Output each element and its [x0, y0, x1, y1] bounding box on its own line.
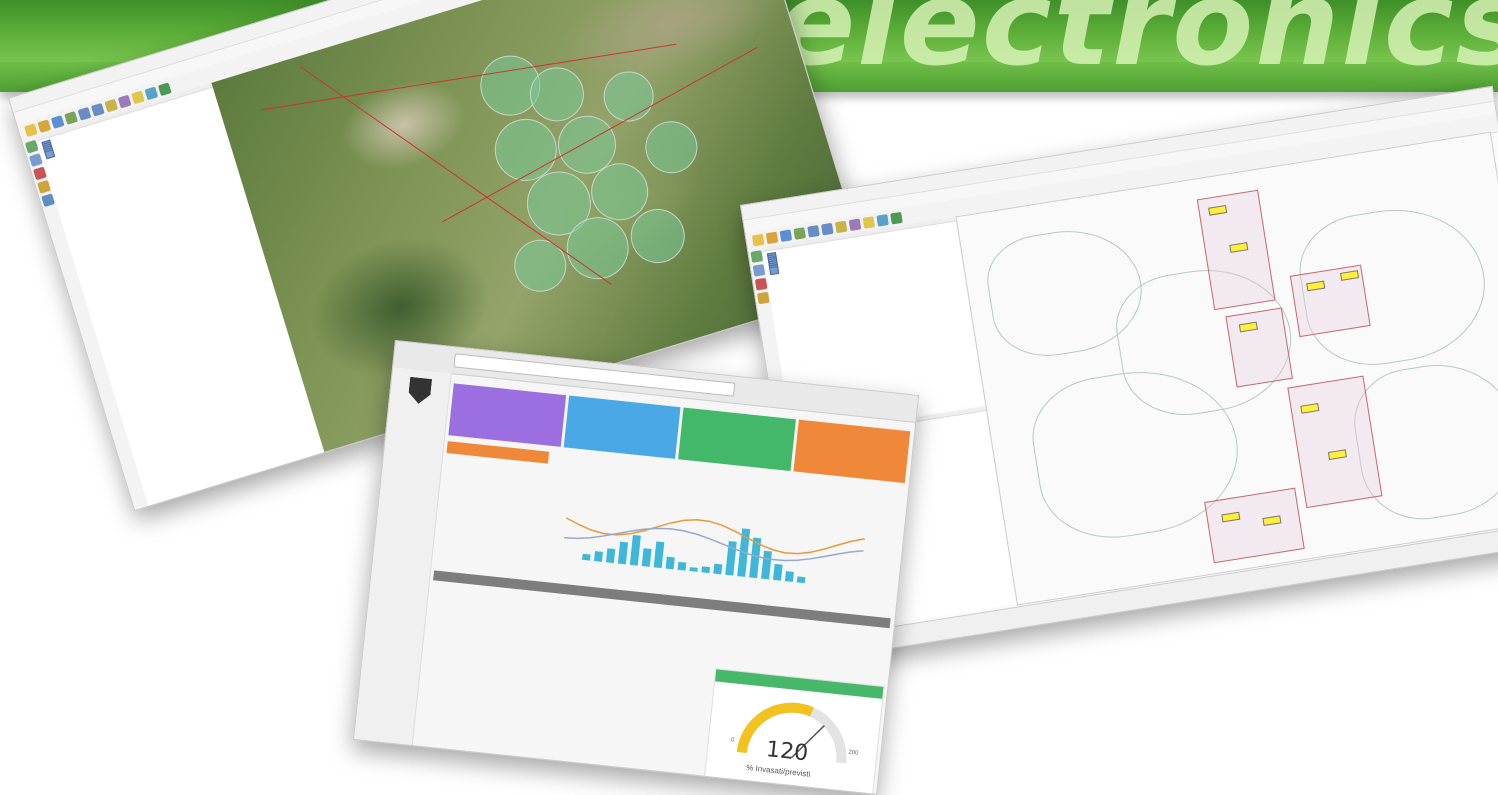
chart-bar: [629, 534, 641, 566]
kpi-card[interactable]: [792, 419, 911, 484]
chart-bar: [605, 548, 616, 564]
chart-bar: [701, 566, 710, 574]
measure-icon[interactable]: [117, 94, 132, 108]
measure-icon[interactable]: [848, 217, 862, 231]
kpi-card[interactable]: [563, 395, 681, 459]
gauge-card: 0 200 120 % Invasati/previsti: [703, 668, 885, 795]
add-db-icon[interactable]: [754, 277, 768, 291]
zoom-out-icon[interactable]: [820, 222, 834, 235]
save-icon[interactable]: [50, 114, 65, 129]
open-icon[interactable]: [765, 231, 779, 244]
chart-bar: [582, 553, 591, 561]
save-icon[interactable]: [779, 228, 793, 242]
chart-bar: [761, 550, 772, 580]
chart-bar: [773, 563, 783, 581]
kpi-card[interactable]: [678, 407, 796, 472]
map-tile: [1225, 307, 1293, 388]
parcel-circle: [507, 233, 573, 299]
zoom-in-icon[interactable]: [77, 106, 92, 121]
zoom-out-icon[interactable]: [90, 102, 105, 117]
web-dashboard-window: 0 200 120 % Invasati/previsti: [352, 340, 920, 795]
new-project-icon[interactable]: [23, 122, 38, 137]
chart-bar: [796, 576, 806, 584]
filter-header: [446, 441, 550, 464]
refresh-icon[interactable]: [157, 81, 172, 96]
chart-bar: [784, 571, 794, 582]
chart-bar: [593, 551, 603, 562]
parcel-circle: [638, 114, 704, 180]
pan-icon[interactable]: [793, 226, 806, 240]
add-wms-icon[interactable]: [757, 291, 770, 305]
shield-logo-icon: [408, 377, 433, 405]
select-icon[interactable]: [131, 90, 145, 104]
attribute-table-icon[interactable]: [876, 213, 889, 227]
gauge-value: 120: [764, 737, 810, 767]
zoom-in-icon[interactable]: [807, 224, 820, 238]
identify-icon[interactable]: [104, 98, 118, 113]
open-icon[interactable]: [37, 118, 52, 133]
chart-bar: [665, 556, 675, 570]
map-tile: [1204, 487, 1305, 564]
gauge-min-label: 0: [730, 737, 735, 744]
select-icon[interactable]: [862, 215, 876, 229]
chart-bar: [677, 561, 687, 571]
chart-bar: [641, 548, 652, 567]
chart-bar: [617, 541, 629, 565]
map-canvas-tiles[interactable]: [955, 131, 1498, 606]
add-vector-icon[interactable]: [750, 250, 764, 263]
gauge-max-label: 200: [848, 749, 859, 757]
attribute-table-icon[interactable]: [144, 86, 159, 100]
chart-bar: [689, 567, 698, 572]
brand-wordmark: electronics: [775, 0, 1498, 92]
add-raster-icon[interactable]: [752, 264, 766, 277]
refresh-icon[interactable]: [890, 211, 903, 224]
chart-bar: [713, 563, 723, 575]
new-project-icon[interactable]: [751, 233, 765, 246]
identify-icon[interactable]: [834, 220, 848, 233]
kpi-card[interactable]: [448, 383, 566, 447]
pan-icon[interactable]: [64, 110, 78, 125]
chart-bar: [653, 541, 665, 569]
